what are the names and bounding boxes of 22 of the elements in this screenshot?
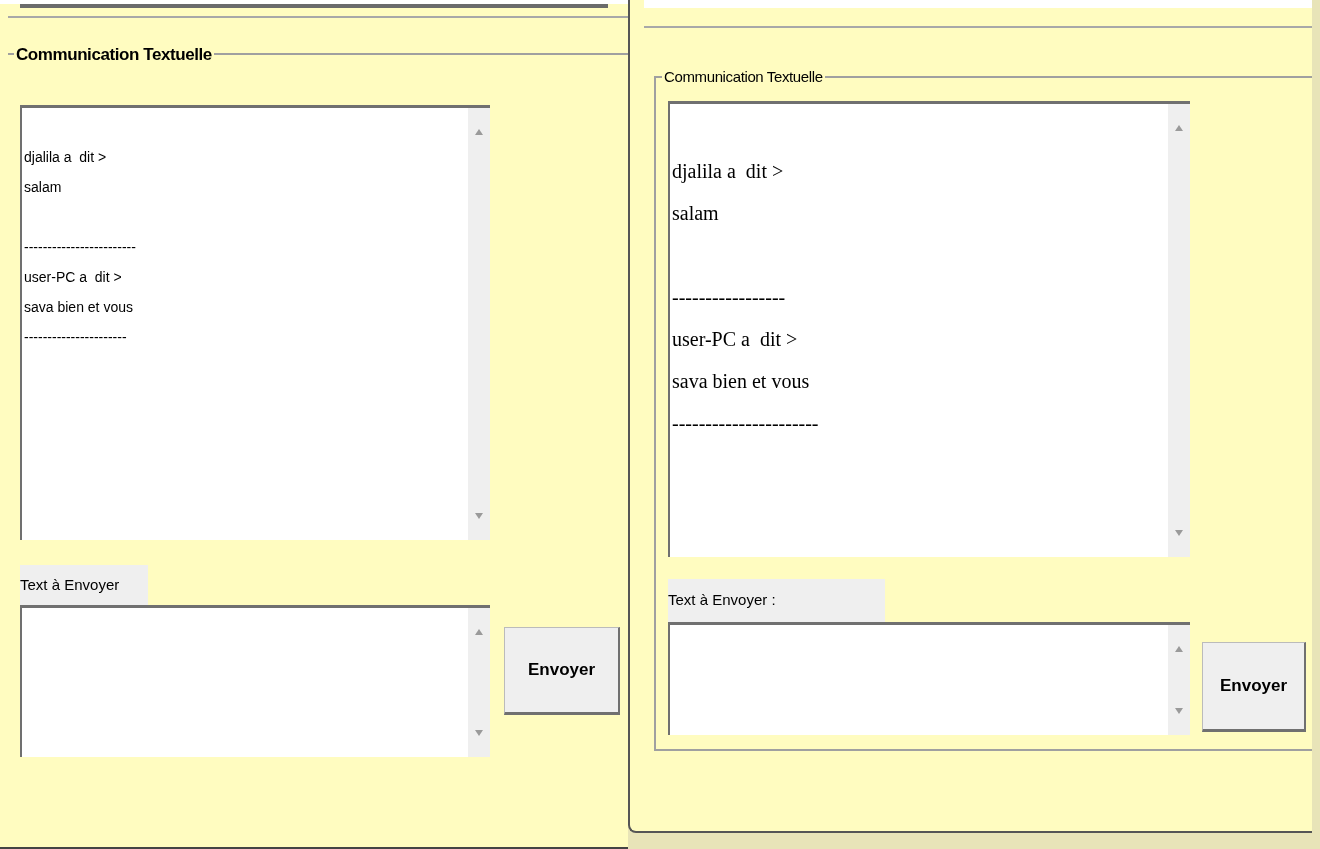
- scroll-up-icon[interactable]: [474, 128, 484, 136]
- field-label: Text à Envoyer: [20, 565, 148, 605]
- scrollbar[interactable]: [468, 608, 490, 757]
- chat-log: djalila a dit > salam ------------------------ user-PC a dit > sava bien et vous ----------------------: [24, 148, 136, 347]
- send-button[interactable]: Envoyer: [1202, 641, 1306, 732]
- message-input[interactable]: [668, 621, 1190, 735]
- group-title: Communication Textuelle: [663, 67, 824, 87]
- send-button[interactable]: Envoyer: [504, 627, 620, 715]
- scroll-down-icon[interactable]: [474, 729, 484, 737]
- scrollbar[interactable]: [1168, 103, 1190, 557]
- message-input[interactable]: [20, 605, 490, 757]
- scroll-up-icon[interactable]: [1174, 644, 1184, 653]
- field-label: Text à Envoyer :: [668, 578, 885, 622]
- scroll-down-icon[interactable]: [1174, 528, 1184, 537]
- group-title: Communication Textuelle: [15, 43, 213, 66]
- chat-log: djalila a dit > salam ----------------- user-PC a dit > sava bien et vous ----------------------: [672, 158, 819, 436]
- scroll-up-icon[interactable]: [1174, 123, 1184, 132]
- scroll-up-icon[interactable]: [474, 628, 484, 636]
- scrollbar[interactable]: [468, 108, 490, 540]
- scroll-down-icon[interactable]: [474, 512, 484, 520]
- scroll-down-icon[interactable]: [1174, 706, 1184, 715]
- scrollbar[interactable]: [1168, 624, 1190, 735]
